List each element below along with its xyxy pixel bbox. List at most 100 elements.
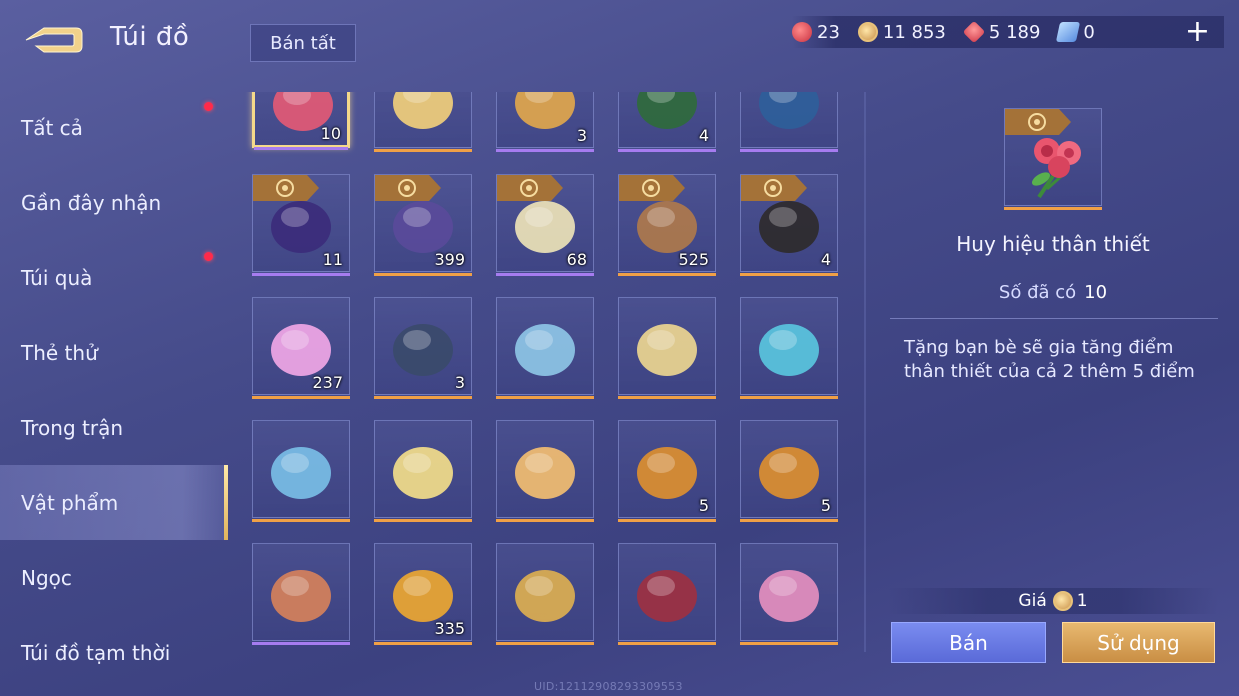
chibi-hero-icon <box>759 570 819 622</box>
inventory-slot[interactable] <box>374 420 472 522</box>
exp-x2-card-icon <box>759 92 819 129</box>
inventory-slot[interactable] <box>374 92 472 152</box>
inventory-slot[interactable] <box>252 420 350 522</box>
item-quantity: 3 <box>454 373 465 392</box>
rarity-bar <box>740 519 838 522</box>
jelly-dish-icon <box>759 324 819 376</box>
currency-gold: 11 853 <box>857 21 946 43</box>
inventory-slot[interactable] <box>496 543 594 645</box>
gold-star-badge-icon <box>393 92 453 129</box>
currency-voucher: 23 <box>792 22 840 43</box>
currency-bar: 23 11 853 5 189 0 + <box>792 16 1224 48</box>
inventory-slot[interactable]: 11 <box>252 174 350 276</box>
item-quantity: 525 <box>678 250 709 269</box>
inventory-slot[interactable] <box>252 543 350 645</box>
inventory-slot[interactable]: 68 <box>496 174 594 276</box>
friendship-tag-icon <box>253 175 319 201</box>
gold-coin-icon <box>1052 591 1073 611</box>
item-quantity: 399 <box>434 250 465 269</box>
rarity-bar <box>740 149 838 152</box>
red-voucher-icon <box>792 22 812 42</box>
rarity-bar <box>496 149 594 152</box>
item-quantity: 335 <box>434 619 465 638</box>
use-button[interactable]: Sử dụng <box>1062 622 1215 663</box>
top-bar: Túi đồ Bán tất 23 11 853 5 189 0 + <box>0 0 1239 70</box>
owned-value: 10 <box>1084 282 1108 303</box>
item-name: Huy hiệu thân thiết <box>956 232 1150 256</box>
sidebar-item-trial-cards[interactable]: Thẻ thử <box>0 315 228 390</box>
rarity-bar <box>496 396 594 399</box>
inventory-slot[interactable]: 335 <box>374 543 472 645</box>
rarity-bar <box>496 273 594 276</box>
currency-value: 23 <box>817 21 840 43</box>
inventory-slot[interactable]: 3 <box>496 92 594 152</box>
inventory-slot[interactable]: 237 <box>252 297 350 399</box>
add-currency-button[interactable]: + <box>1185 17 1210 47</box>
sidebar-item-gems[interactable]: Ngọc <box>0 540 228 615</box>
currency-value: 11 853 <box>882 21 946 43</box>
inventory-slot[interactable]: 4 <box>740 174 838 276</box>
sell-button[interactable]: Bán <box>891 622 1046 663</box>
sidebar-item-label: Gần đây nhận <box>21 190 162 215</box>
inventory-slot[interactable] <box>740 543 838 645</box>
item-quantity: 10 <box>320 124 341 143</box>
sidebar-item-recent[interactable]: Gần đây nhận <box>0 165 228 240</box>
divider <box>890 318 1218 319</box>
cake-slice-icon <box>393 447 453 499</box>
rarity-bar <box>740 396 838 399</box>
inventory-slot[interactable]: 5 <box>740 420 838 522</box>
page-title: Túi đồ <box>110 22 190 52</box>
rarity-bar <box>374 519 472 522</box>
inventory-slot[interactable] <box>618 297 716 399</box>
currency-diamond: 0 <box>1056 22 1095 43</box>
sidebar-item-gift-bag[interactable]: Túi quà <box>0 240 228 315</box>
ruby-icon <box>962 20 986 44</box>
inventory-slot[interactable]: 5 <box>618 420 716 522</box>
sidebar-item-in-match[interactable]: Trong trận <box>0 390 228 465</box>
rarity-bar <box>618 273 716 276</box>
rarity-bar <box>618 149 716 152</box>
sell-all-button[interactable]: Bán tất <box>250 24 356 62</box>
rarity-bar <box>618 519 716 522</box>
owned-label: Số đã có <box>998 282 1077 303</box>
rarity-bar <box>254 147 348 150</box>
sidebar-item-temp-bag[interactable]: Túi đồ tạm thời <box>0 615 228 690</box>
inventory-slot[interactable] <box>618 543 716 645</box>
cat-dumpling-icon <box>515 447 575 499</box>
inventory-slot[interactable] <box>496 297 594 399</box>
scroll-map-icon <box>393 324 453 376</box>
item-quantity: 5 <box>820 496 831 515</box>
sidebar-item-items[interactable]: Vật phẩm <box>0 465 228 540</box>
trophy-cup-icon <box>515 570 575 622</box>
rarity-bar <box>252 396 350 399</box>
inventory-slot[interactable] <box>740 92 838 152</box>
category-sidebar: Tất cả Gần đây nhận Túi quà Thẻ thử Tron… <box>0 90 228 690</box>
inventory-slot[interactable]: 10 <box>252 92 350 150</box>
rarity-bar <box>740 273 838 276</box>
back-arrow-icon[interactable] <box>22 24 84 56</box>
currency-value: 5 189 <box>988 21 1041 43</box>
rarity-bar <box>374 396 472 399</box>
notification-dot <box>204 102 213 111</box>
inventory-slot[interactable] <box>496 420 594 522</box>
inventory-slot[interactable]: 399 <box>374 174 472 276</box>
price-value: 1 <box>1076 591 1088 611</box>
inventory-slot[interactable] <box>740 297 838 399</box>
friendship-tag-icon <box>497 175 563 201</box>
inventory-slot[interactable]: 525 <box>618 174 716 276</box>
rose-bouquet-icon <box>1031 138 1081 199</box>
gold-x2-card-icon <box>637 92 697 129</box>
friendship-tag-icon <box>619 175 685 201</box>
rarity-bar <box>618 396 716 399</box>
item-quantity: 11 <box>322 250 343 269</box>
diamond-card-icon <box>1056 22 1081 42</box>
star-platter-icon <box>271 447 331 499</box>
inventory-slot[interactable]: 3 <box>374 297 472 399</box>
sidebar-item-all[interactable]: Tất cả <box>0 90 228 165</box>
rarity-bar <box>374 149 472 152</box>
sidebar-item-label: Thẻ thử <box>21 340 98 365</box>
amber-crystal-icon <box>271 570 331 622</box>
item-quantity: 237 <box>312 373 343 392</box>
inventory-slot[interactable]: 4 <box>618 92 716 152</box>
selected-item-preview <box>1004 108 1102 210</box>
